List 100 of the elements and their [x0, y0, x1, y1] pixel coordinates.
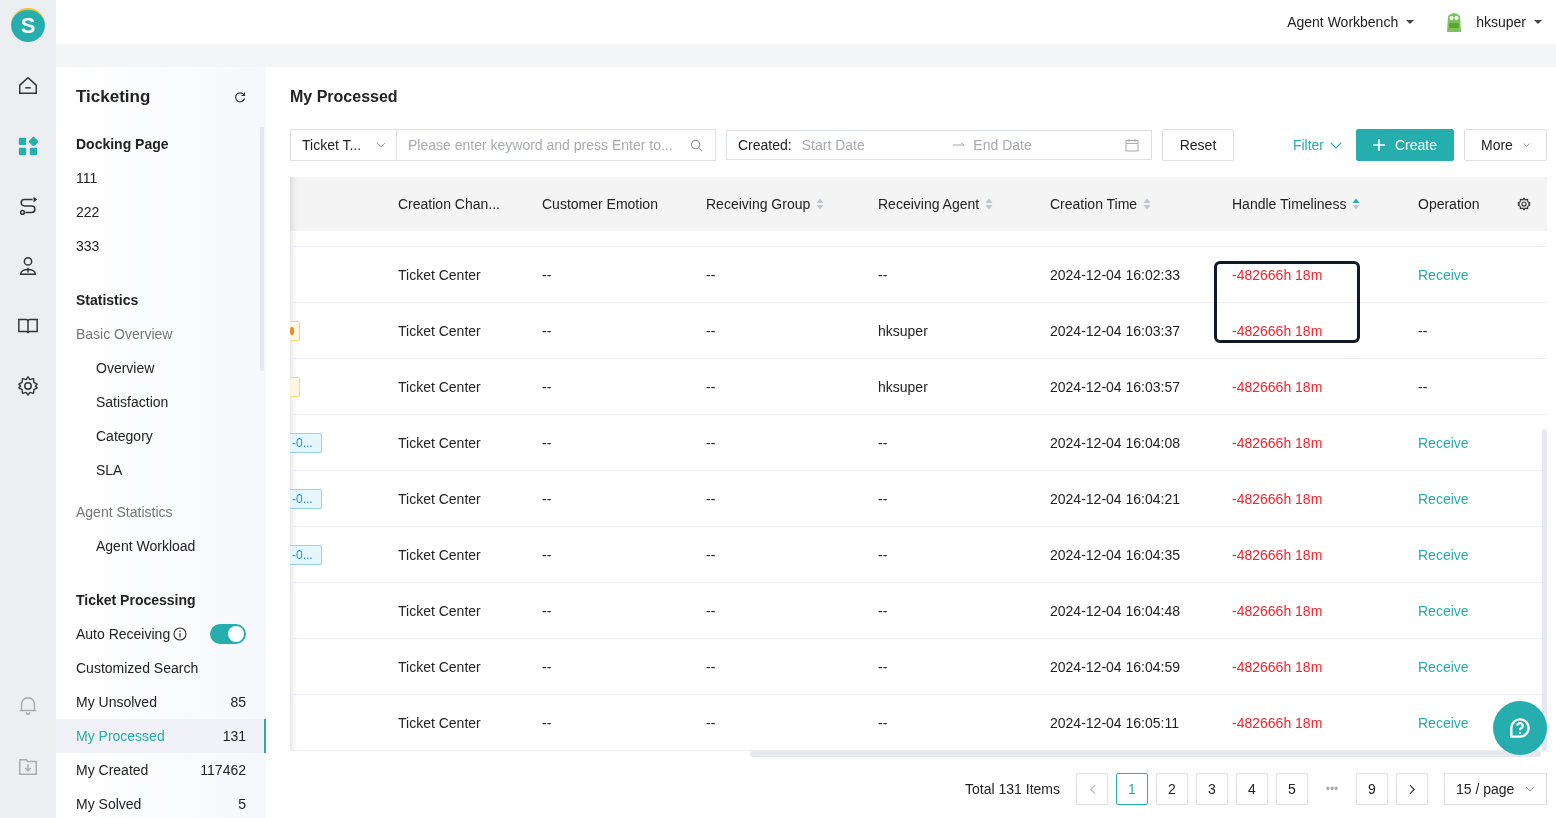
- column-header: Creation Chan...: [398, 196, 500, 212]
- date-label: Created:: [738, 137, 792, 153]
- table-cell: 2024-12-04 16:03:37: [1050, 322, 1180, 339]
- table-cell: -482666h 18m: [1232, 434, 1323, 451]
- table-cell: -482666h 18m: [1232, 322, 1323, 339]
- sidebar-item[interactable]: Overview: [76, 351, 246, 385]
- person-icon[interactable]: [17, 255, 39, 277]
- table-cell: --: [706, 434, 716, 451]
- table-cell: --: [878, 546, 888, 563]
- table-cell: --: [706, 490, 716, 507]
- page-button[interactable]: 2: [1156, 773, 1188, 805]
- table-cell: 2024-12-04 16:02:33: [1050, 266, 1180, 283]
- page-button[interactable]: 5: [1276, 773, 1308, 805]
- table-cell: Ticket Center: [398, 434, 481, 451]
- sidebar-item[interactable]: 333: [76, 229, 246, 263]
- tag: -0...: [290, 488, 322, 509]
- route-icon[interactable]: [17, 195, 39, 217]
- plus-icon: [1373, 139, 1385, 151]
- end-date-field[interactable]: End Date: [973, 137, 1117, 153]
- more-button[interactable]: More: [1464, 129, 1547, 161]
- table-cell: 2024-12-04 16:05:11: [1050, 714, 1179, 731]
- table-cell: -482666h 18m: [1232, 714, 1323, 731]
- chevron-left-icon: [1088, 783, 1096, 795]
- sidebar-item[interactable]: My Solved 5: [56, 787, 266, 818]
- chevron-down-icon: [1522, 142, 1530, 148]
- table-cell: --: [542, 714, 552, 731]
- sidebar-item[interactable]: Agent Workload: [76, 529, 246, 563]
- sidebar-item[interactable]: SLA: [76, 453, 246, 487]
- chevron-right-icon: [1408, 783, 1416, 795]
- table-cell: --: [1418, 378, 1428, 395]
- start-date-field[interactable]: Start Date: [801, 137, 946, 153]
- table-cell: --: [878, 658, 888, 675]
- settings-icon[interactable]: [1516, 197, 1531, 211]
- table-cell: --: [878, 434, 888, 451]
- tag: -0...: [290, 544, 322, 565]
- toggle-switch[interactable]: [210, 624, 246, 644]
- tag: -0...: [290, 432, 322, 453]
- grid-icon[interactable]: [17, 135, 39, 157]
- table-cell: --: [542, 434, 552, 451]
- table-cell: -482666h 18m: [1232, 490, 1323, 507]
- reset-button[interactable]: Reset: [1162, 129, 1234, 161]
- table-cell: 2024-12-04 16:03:57: [1050, 378, 1180, 395]
- column-header: Operation: [1418, 196, 1480, 212]
- sidebar-item[interactable]: My Created 117462: [56, 753, 266, 787]
- home-icon[interactable]: [17, 75, 39, 97]
- sidebar-item[interactable]: Satisfaction: [76, 385, 246, 419]
- settings-icon[interactable]: [17, 375, 39, 397]
- page-button[interactable]: 9: [1356, 773, 1388, 805]
- sidebar-item[interactable]: Category: [76, 419, 246, 453]
- table-cell: --: [542, 658, 552, 675]
- table-cell: --: [542, 490, 552, 507]
- toggle-label: Auto Receiving: [76, 626, 171, 642]
- table-cell: --: [706, 266, 716, 283]
- table-cell: --: [878, 714, 888, 731]
- column-header: Receiving Group: [706, 196, 811, 212]
- section-heading: Statistics: [76, 291, 140, 310]
- workspace-menu[interactable]: Agent Workbench: [1287, 14, 1415, 30]
- table-cell: --: [706, 322, 716, 339]
- sidebar-item[interactable]: 222: [76, 195, 246, 229]
- date-range-field[interactable]: Created: Start Date End Date: [726, 130, 1152, 160]
- chevron-down-icon: [1330, 141, 1342, 149]
- arrow-right-icon: [953, 142, 966, 148]
- sidebar-item[interactable]: My Processed 131: [56, 719, 266, 753]
- table-cell: --: [878, 602, 888, 619]
- sort-icon[interactable]: [985, 198, 994, 210]
- table-cell: 2024-12-04 16:04:35: [1050, 546, 1180, 563]
- table-cell: --: [542, 266, 552, 283]
- page-button[interactable]: 3: [1196, 773, 1228, 805]
- table-cell: Ticket Center: [398, 378, 481, 395]
- table-cell: -482666h 18m: [1232, 658, 1323, 675]
- sort-icon[interactable]: [816, 198, 825, 210]
- user-menu[interactable]: hksuper: [1476, 14, 1542, 30]
- sidebar-title: Ticketing: [76, 87, 151, 107]
- page-button[interactable]: 4: [1236, 773, 1268, 805]
- column-header: Handle Timeliness: [1232, 196, 1347, 212]
- chevron-down-icon: [1525, 786, 1535, 792]
- table-cell: --: [542, 602, 552, 619]
- folder-download-icon[interactable]: [17, 756, 39, 778]
- table-cell: --: [1418, 322, 1428, 339]
- bell-icon[interactable]: [17, 694, 39, 716]
- table-cell: hksuper: [878, 322, 928, 339]
- page-size-select[interactable]: 15 / page: [1444, 773, 1547, 805]
- sidebar-item[interactable]: Customized Search: [76, 651, 246, 685]
- table-cell: 2024-12-04 16:04:48: [1050, 602, 1180, 619]
- sidebar-item[interactable]: My Unsolved 85: [56, 685, 266, 719]
- sort-icon[interactable]: [1352, 198, 1361, 210]
- table-cell: Ticket Center: [398, 714, 481, 731]
- table-cell: Ticket Center: [398, 322, 481, 339]
- sidebar-item[interactable]: 111: [76, 161, 246, 195]
- refresh-icon[interactable]: [234, 91, 246, 103]
- sort-icon[interactable]: [1143, 198, 1152, 210]
- column-header: Receiving Agent: [878, 196, 980, 212]
- table-cell: 2024-12-04 16:04:59: [1050, 658, 1180, 675]
- total-count: Total 131 Items: [965, 781, 1060, 797]
- table-cell: --: [706, 658, 716, 675]
- calendar-icon: [1125, 138, 1139, 152]
- table-cell: Ticket Center: [398, 658, 481, 675]
- table-cell: --: [878, 266, 888, 283]
- table-cell: Ticket Center: [398, 546, 481, 563]
- section-heading: Ticket Processing: [76, 591, 197, 610]
